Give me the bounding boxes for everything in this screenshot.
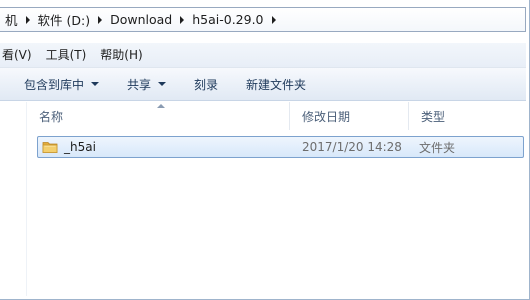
column-header-date-modified[interactable]: 修改日期 — [290, 102, 409, 130]
file-type: 文件夹 — [419, 140, 456, 155]
include-in-library-button[interactable]: 包含到库中 — [16, 72, 107, 96]
file-name: _h5ai — [64, 140, 96, 154]
file-date-modified: 2017/1/20 14:28 — [302, 140, 402, 154]
chevron-right-icon[interactable] — [98, 15, 103, 24]
breadcrumb-download[interactable]: Download — [107, 8, 176, 31]
menu-view[interactable]: 看(V) — [0, 43, 40, 67]
dropdown-arrow-icon — [158, 82, 167, 86]
command-bar: 包含到库中 共享 刻录 新建文件夹 — [0, 68, 526, 101]
file-row-selected[interactable]: _h5ai 2017/1/20 14:28 文件夹 — [37, 136, 524, 158]
chevron-right-icon[interactable] — [180, 15, 185, 24]
include-in-library-label: 包含到库中 — [24, 77, 85, 92]
menu-help[interactable]: 帮助(H) — [94, 43, 150, 67]
breadcrumb-computer[interactable]: 机 — [2, 8, 22, 31]
breadcrumb-h5ai-folder[interactable]: h5ai-0.29.0 — [189, 8, 267, 31]
navigation-pane[interactable] — [0, 102, 27, 296]
menu-bar: 看(V) 工具(T) 帮助(H) — [0, 43, 526, 68]
chevron-right-icon[interactable] — [271, 15, 276, 24]
sort-ascending-icon — [157, 104, 165, 108]
address-bar[interactable]: 机 软件 (D:) Download h5ai-0.29.0 — [0, 7, 526, 32]
share-label: 共享 — [127, 77, 152, 92]
burn-button[interactable]: 刻录 — [186, 72, 226, 96]
column-header-name[interactable]: 名称 — [27, 102, 290, 130]
column-header-type-label: 类型 — [421, 110, 446, 124]
dropdown-arrow-icon — [91, 82, 100, 86]
file-name-cell: _h5ai — [38, 140, 300, 154]
column-header-date-label: 修改日期 — [302, 110, 351, 124]
column-headers: 名称 修改日期 类型 — [27, 102, 526, 130]
breadcrumb-drive-d[interactable]: 软件 (D:) — [35, 8, 95, 31]
file-list-area[interactable]: 名称 修改日期 类型 _h5ai 2017/1/20 14:28 文件夹 — [0, 102, 526, 296]
chevron-right-icon[interactable] — [25, 15, 30, 24]
folder-icon — [42, 140, 58, 154]
burn-label: 刻录 — [194, 77, 219, 92]
share-button[interactable]: 共享 — [119, 72, 174, 96]
explorer-window: 机 软件 (D:) Download h5ai-0.29.0 看(V) 工具(T… — [0, 0, 530, 300]
column-header-type[interactable]: 类型 — [409, 102, 526, 130]
new-folder-label: 新建文件夹 — [246, 77, 307, 92]
menu-tools[interactable]: 工具(T) — [40, 43, 95, 67]
column-header-name-label: 名称 — [39, 110, 64, 124]
new-folder-button[interactable]: 新建文件夹 — [238, 72, 314, 96]
